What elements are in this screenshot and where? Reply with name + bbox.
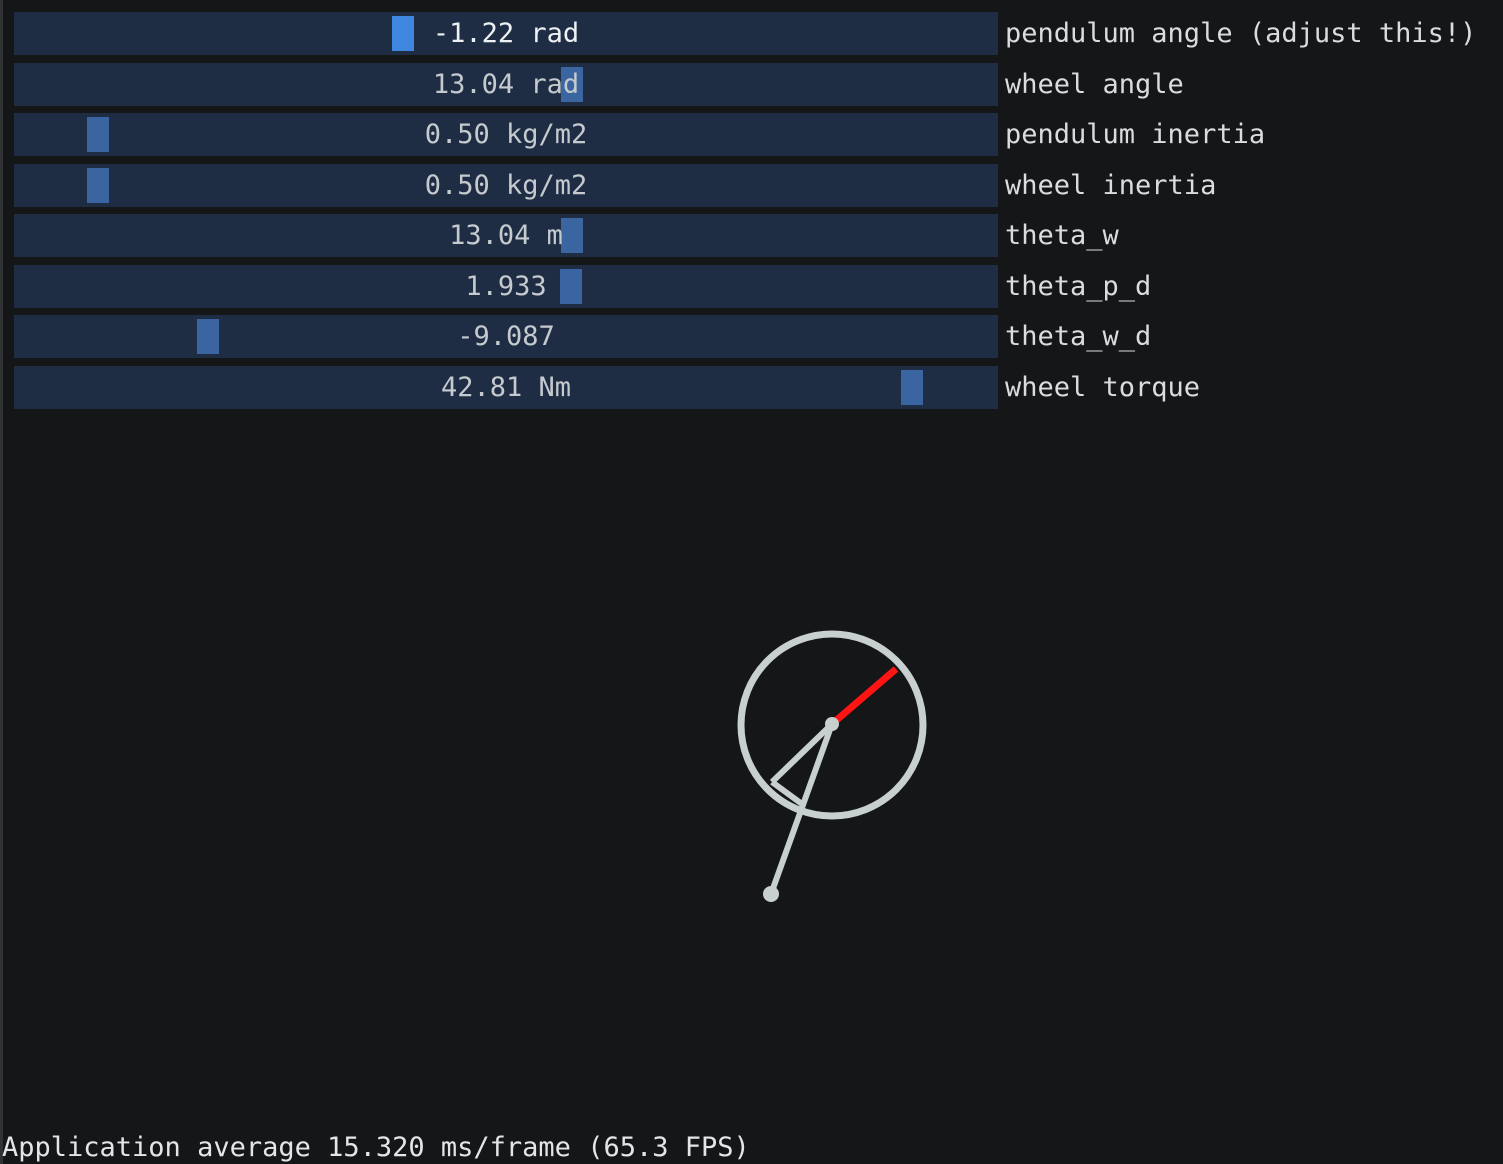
slider-label: pendulum angle (adjust this!) bbox=[1005, 18, 1477, 49]
pendulum-rod bbox=[768, 722, 835, 896]
slider-row-wheel-torque: 42.81 Nm wheel torque bbox=[14, 365, 1494, 409]
theta-w-d-slider[interactable]: -9.087 bbox=[14, 315, 998, 358]
slider-grab[interactable] bbox=[87, 117, 109, 152]
wheel-spoke bbox=[770, 779, 804, 807]
slider-grab[interactable] bbox=[392, 16, 414, 51]
slider-value: -1.22 rad bbox=[432, 18, 580, 49]
pivot-joint bbox=[825, 717, 839, 731]
slider-grab[interactable] bbox=[197, 319, 219, 354]
slider-grab[interactable] bbox=[87, 167, 109, 203]
slider-grab[interactable] bbox=[561, 218, 583, 253]
slider-value: 1.933 bbox=[465, 270, 547, 302]
reaction-wheel bbox=[737, 630, 927, 820]
wheel-spoke bbox=[769, 721, 835, 785]
slider-label: wheel torque bbox=[1005, 371, 1201, 403]
window-left-edge bbox=[0, 0, 3, 1164]
slider-row-wheel-inertia: 0.50 kg/m2 wheel inertia bbox=[14, 163, 1494, 207]
slider-panel: -1.22 rad pendulum angle (adjust this!) … bbox=[14, 12, 1494, 416]
slider-value: -9.087 bbox=[457, 321, 555, 352]
slider-label: pendulum inertia bbox=[1005, 119, 1266, 150]
slider-row-wheel-angle: 13.04 rad wheel angle bbox=[14, 62, 1494, 106]
wheel-inertia-slider[interactable]: 0.50 kg/m2 bbox=[14, 163, 998, 207]
slider-grab[interactable] bbox=[560, 268, 582, 304]
slider-row-theta-w: 13.04 m theta_w bbox=[14, 214, 1494, 257]
slider-row-theta-p-d: 1.933 theta_p_d bbox=[14, 264, 1494, 308]
theta-w-slider[interactable]: 13.04 m bbox=[14, 214, 998, 257]
pendulum-angle-slider[interactable]: -1.22 rad bbox=[14, 12, 998, 55]
slider-value: 0.50 kg/m2 bbox=[424, 119, 588, 150]
slider-label: wheel inertia bbox=[1005, 169, 1217, 201]
slider-label: wheel angle bbox=[1005, 68, 1184, 100]
slider-label: theta_w bbox=[1005, 220, 1119, 251]
wheel-marker bbox=[829, 666, 899, 727]
fps-readout: Application average 15.320 ms/frame (65.… bbox=[2, 1132, 750, 1163]
pendulum-pivot-end bbox=[763, 886, 779, 902]
theta-p-d-slider[interactable]: 1.933 bbox=[14, 264, 998, 308]
slider-label: theta_p_d bbox=[1005, 270, 1152, 302]
wheel-torque-slider[interactable]: 42.81 Nm bbox=[14, 365, 998, 409]
slider-grab[interactable] bbox=[901, 369, 923, 405]
wheel-angle-slider[interactable]: 13.04 rad bbox=[14, 62, 998, 106]
slider-row-theta-w-d: -9.087 theta_w_d bbox=[14, 315, 1494, 358]
slider-value: 0.50 kg/m2 bbox=[424, 169, 588, 201]
slider-value: 13.04 m bbox=[449, 220, 563, 251]
slider-grab[interactable] bbox=[561, 66, 583, 102]
slider-value: 42.81 Nm bbox=[440, 371, 572, 403]
pendulum-inertia-slider[interactable]: 0.50 kg/m2 bbox=[14, 113, 998, 156]
slider-row-pendulum-angle: -1.22 rad pendulum angle (adjust this!) bbox=[14, 12, 1494, 55]
slider-label: theta_w_d bbox=[1005, 321, 1152, 352]
slider-row-pendulum-inertia: 0.50 kg/m2 pendulum inertia bbox=[14, 113, 1494, 156]
slider-value: 13.04 rad bbox=[432, 68, 580, 100]
